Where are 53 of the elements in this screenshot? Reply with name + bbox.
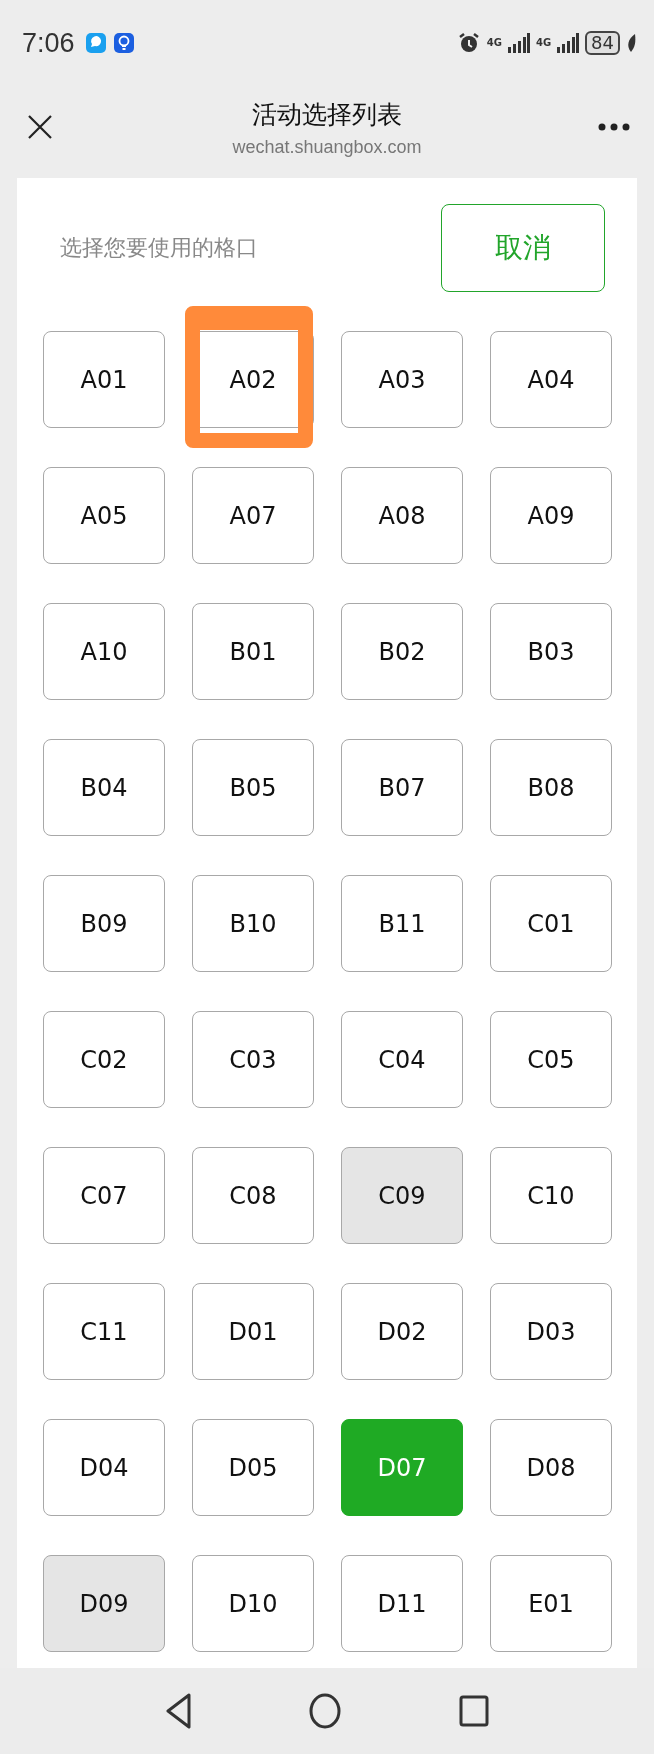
slot-button[interactable]: D05 [192,1419,314,1516]
status-time: 7:06 [22,27,75,59]
recents-icon[interactable] [459,1695,489,1727]
more-button[interactable] [598,123,630,131]
slot-button[interactable]: A09 [490,467,612,564]
signal-icon [557,33,580,53]
slot-button[interactable]: C08 [192,1147,314,1244]
slot-button[interactable]: D10 [192,1555,314,1652]
slot-button[interactable]: E01 [490,1555,612,1652]
slot-button[interactable]: C07 [43,1147,165,1244]
slot-button[interactable]: C10 [490,1147,612,1244]
slot-button[interactable]: C04 [341,1011,463,1108]
network-type: 4G [535,38,552,48]
signal-icon [507,33,530,53]
slot-button[interactable]: C01 [490,875,612,972]
prompt-text: 选择您要使用的格口 [59,234,258,262]
slot-button[interactable]: A10 [43,603,165,700]
slot-button[interactable]: A03 [341,331,463,428]
slot-button[interactable]: B08 [490,739,612,836]
slot-button[interactable]: A07 [192,467,314,564]
slot-button[interactable]: C05 [490,1011,612,1108]
lightbulb-icon [112,31,135,55]
slot-button[interactable]: C03 [192,1011,314,1108]
slot-button[interactable]: B09 [43,875,165,972]
slot-button[interactable]: B05 [192,739,314,836]
page-title: 活动选择列表 [252,99,402,131]
slot-button[interactable]: D08 [490,1419,612,1516]
slot-button[interactable]: D01 [192,1283,314,1380]
close-button[interactable] [27,114,53,140]
page-url: wechat.shuangbox.com [232,137,422,158]
chat-bubble-icon [84,31,107,55]
slot-button[interactable]: C02 [43,1011,165,1108]
slot-button[interactable]: A04 [490,331,612,428]
slot-button[interactable]: D04 [43,1419,165,1516]
battery-level: 84 [585,31,620,55]
slot-button[interactable]: B01 [192,603,314,700]
leaf-icon [626,34,636,52]
home-icon[interactable] [309,1693,341,1729]
slot-button[interactable]: B03 [490,603,612,700]
slot-button[interactable]: A01 [43,331,165,428]
slot-button[interactable]: A05 [43,467,165,564]
slot-button[interactable]: D03 [490,1283,612,1380]
slot-button[interactable]: B02 [341,603,463,700]
slot-button[interactable]: B07 [341,739,463,836]
slot-button[interactable]: B04 [43,739,165,836]
slot-button[interactable]: D02 [341,1283,463,1380]
slot-button[interactable]: D11 [341,1555,463,1652]
back-icon[interactable] [165,1693,191,1729]
slot-button[interactable]: B11 [341,875,463,972]
slot-button[interactable]: B10 [192,875,314,972]
slot-button[interactable]: A08 [341,467,463,564]
network-type: 4G [486,38,502,48]
slot-button[interactable]: C11 [43,1283,165,1380]
